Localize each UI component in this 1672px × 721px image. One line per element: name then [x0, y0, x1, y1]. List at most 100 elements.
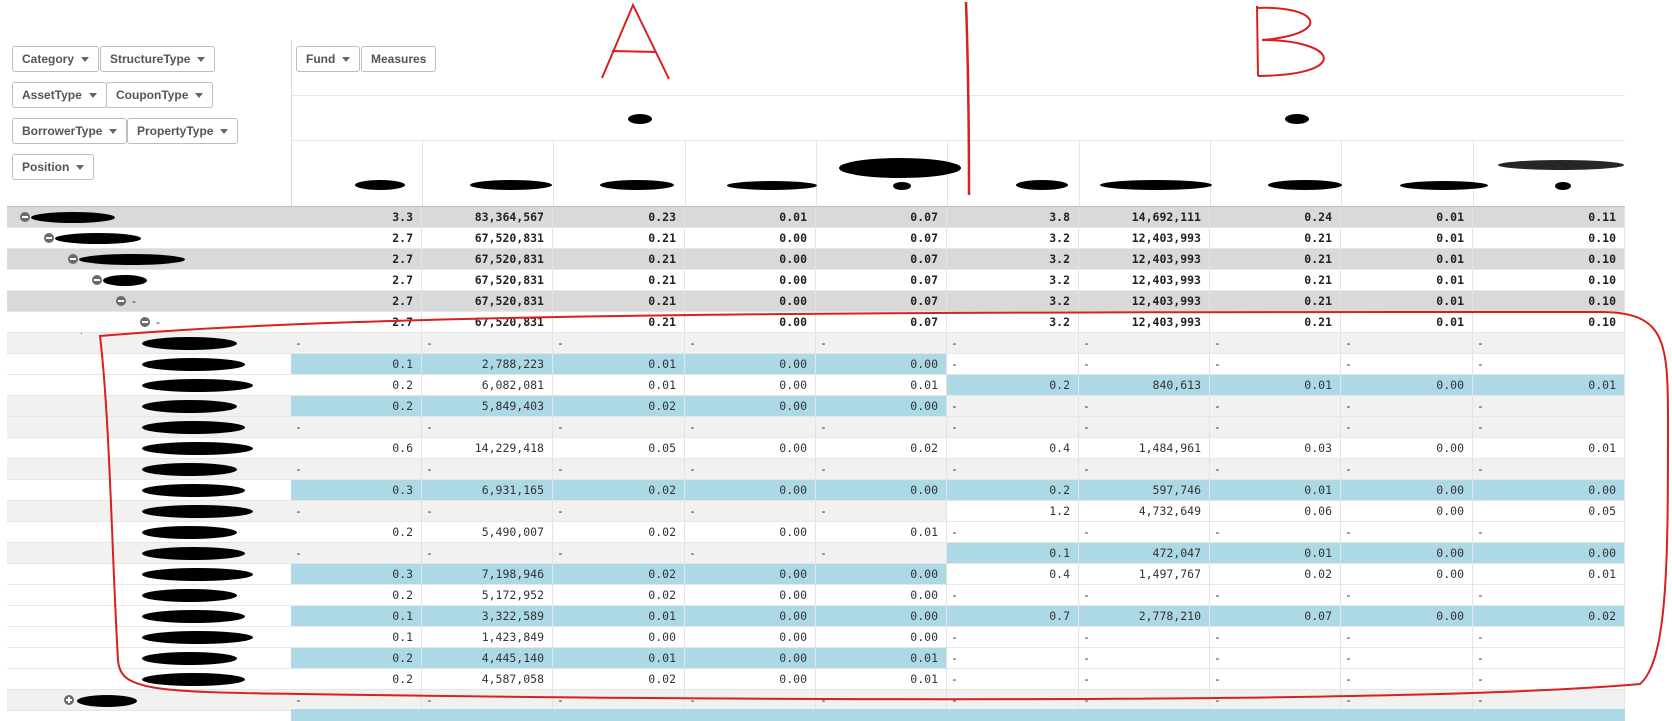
value-cell-fund-b[interactable]: -: [1473, 690, 1625, 710]
value-cell-fund-a[interactable]: 0.01: [816, 669, 947, 689]
value-cell-fund-b[interactable]: -: [1210, 690, 1341, 710]
value-cell-fund-b[interactable]: -: [947, 333, 1079, 353]
value-cell-fund-b[interactable]: 3.2: [947, 270, 1079, 290]
value-cell-fund-a[interactable]: -: [291, 333, 422, 353]
value-cell-fund-b[interactable]: 0.7: [947, 606, 1079, 626]
value-cell-fund-a[interactable]: -: [816, 543, 947, 563]
value-cell-fund-b[interactable]: -: [1210, 333, 1341, 353]
value-cell-fund-a[interactable]: -: [553, 333, 685, 353]
value-cell-fund-a[interactable]: 67,520,831: [422, 291, 553, 311]
value-cell-fund-b[interactable]: -: [1473, 522, 1625, 542]
value-cell-fund-b[interactable]: -: [1210, 354, 1341, 374]
value-cell-fund-b[interactable]: 2,778,210: [1079, 606, 1210, 626]
value-cell-fund-a[interactable]: 0.01: [685, 207, 816, 227]
value-cell-fund-b[interactable]: 472,047: [1079, 543, 1210, 563]
value-cell-fund-a[interactable]: -: [685, 543, 816, 563]
value-cell-fund-b[interactable]: 0.21: [1210, 249, 1341, 269]
table-row[interactable]: 2.7 67,520,831 0.21 0.00 0.07 3.2 12,403,993 0.…: [7, 249, 1625, 270]
value-cell-fund-a[interactable]: 0.01: [816, 522, 947, 542]
minus-circle-icon[interactable]: [20, 212, 30, 222]
value-cell-fund-a[interactable]: 0.02: [553, 480, 685, 500]
value-cell-fund-b[interactable]: -: [947, 417, 1079, 437]
value-cell-fund-a[interactable]: 0.02: [553, 585, 685, 605]
value-cell-fund-a[interactable]: 0.21: [553, 249, 685, 269]
value-cell-fund-b[interactable]: -: [1079, 354, 1210, 374]
value-cell-fund-a[interactable]: 0.2: [291, 375, 422, 395]
minus-circle-icon[interactable]: [68, 254, 78, 264]
value-cell-fund-a[interactable]: -: [816, 333, 947, 353]
value-cell-fund-b[interactable]: -: [1079, 396, 1210, 416]
table-row[interactable]: 3.3 83,364,567 0.23 0.01 0.07 3.8 14,692,111 0.…: [7, 207, 1625, 228]
table-row[interactable]: 0.6 14,229,418 0.05 0.00 0.02 0.4 1,484,961 0.0…: [7, 438, 1625, 459]
value-cell-fund-a[interactable]: -: [553, 459, 685, 479]
value-cell-fund-a[interactable]: 2.7: [291, 312, 422, 332]
value-cell-fund-b[interactable]: 0.21: [1210, 291, 1341, 311]
value-cell-fund-a[interactable]: 0.1: [291, 627, 422, 647]
value-cell-fund-b[interactable]: -: [1341, 354, 1473, 374]
value-cell-fund-a[interactable]: 0.07: [816, 228, 947, 248]
value-cell-fund-b[interactable]: -: [1079, 417, 1210, 437]
value-cell-fund-a[interactable]: -: [553, 543, 685, 563]
value-cell-fund-b[interactable]: 0.00: [1473, 543, 1625, 563]
table-row[interactable]: 0.2 5,172,952 0.02 0.00 0.00- - - - -: [7, 585, 1625, 606]
value-cell-fund-a[interactable]: -: [685, 690, 816, 710]
value-cell-fund-a[interactable]: 0.00: [685, 522, 816, 542]
value-cell-fund-b[interactable]: 0.06: [1210, 501, 1341, 521]
value-cell-fund-b[interactable]: -: [947, 522, 1079, 542]
value-cell-fund-b[interactable]: 0.00: [1341, 375, 1473, 395]
value-cell-fund-a[interactable]: 0.00: [685, 270, 816, 290]
value-cell-fund-a[interactable]: 0.01: [553, 354, 685, 374]
value-cell-fund-a[interactable]: 0.2: [291, 522, 422, 542]
value-cell-fund-b[interactable]: 0.01: [1341, 207, 1473, 227]
value-cell-fund-b[interactable]: -: [1210, 417, 1341, 437]
value-cell-fund-a[interactable]: 5,172,952: [422, 585, 553, 605]
value-cell-fund-b[interactable]: -: [1079, 522, 1210, 542]
value-cell-fund-a[interactable]: 3,322,589: [422, 606, 553, 626]
value-cell-fund-b[interactable]: 0.21: [1210, 312, 1341, 332]
table-row[interactable]: ----------: [7, 690, 1625, 711]
table-row[interactable]: - - - - -0.1 472,047 0.01 0.00 0.00: [7, 543, 1625, 564]
value-cell-fund-b[interactable]: 840,613: [1079, 375, 1210, 395]
value-cell-fund-a[interactable]: 0.00: [816, 606, 947, 626]
table-row[interactable]: 0.3 7,198,946 0.02 0.00 0.00 0.4 1,497,767 0.02…: [7, 564, 1625, 585]
table-row[interactable]: 0.2 5,490,007 0.02 0.00 0.01- - - - -: [7, 522, 1625, 543]
value-cell-fund-a[interactable]: 0.21: [553, 228, 685, 248]
value-cell-fund-b[interactable]: 0.1: [947, 543, 1079, 563]
table-row[interactable]: ----------: [7, 459, 1625, 480]
value-cell-fund-b[interactable]: 0.11: [1473, 207, 1625, 227]
value-cell-fund-b[interactable]: 0.00: [1341, 606, 1473, 626]
value-cell-fund-a[interactable]: -: [816, 459, 947, 479]
value-cell-fund-a[interactable]: -: [422, 501, 553, 521]
value-cell-fund-a[interactable]: 0.00: [685, 375, 816, 395]
value-cell-fund-a[interactable]: 0.1: [291, 606, 422, 626]
table-row[interactable]: 0.1 2,788,223 0.01 0.00 0.00- - - - -: [7, 354, 1625, 375]
value-cell-fund-b[interactable]: 4,732,649: [1079, 501, 1210, 521]
value-cell-fund-a[interactable]: 0.21: [553, 312, 685, 332]
value-cell-fund-b[interactable]: -: [1341, 648, 1473, 668]
value-cell-fund-a[interactable]: 0.00: [685, 606, 816, 626]
value-cell-fund-b[interactable]: -: [1210, 627, 1341, 647]
value-cell-fund-a[interactable]: 0.01: [553, 375, 685, 395]
value-cell-fund-a[interactable]: -: [422, 459, 553, 479]
value-cell-fund-b[interactable]: -: [1210, 648, 1341, 668]
value-cell-fund-a[interactable]: 0.1: [291, 354, 422, 374]
value-cell-fund-b[interactable]: 0.00: [1473, 480, 1625, 500]
value-cell-fund-a[interactable]: 0.01: [553, 648, 685, 668]
value-cell-fund-a[interactable]: 0.02: [553, 522, 685, 542]
value-cell-fund-a[interactable]: 0.00: [553, 627, 685, 647]
value-cell-fund-a[interactable]: 0.00: [685, 669, 816, 689]
value-cell-fund-a[interactable]: 0.00: [685, 564, 816, 584]
value-cell-fund-b[interactable]: 0.01: [1341, 228, 1473, 248]
value-cell-fund-a[interactable]: 0.02: [553, 564, 685, 584]
value-cell-fund-b[interactable]: 0.01: [1210, 543, 1341, 563]
value-cell-fund-a[interactable]: 5,849,403: [422, 396, 553, 416]
value-cell-fund-a[interactable]: 0.00: [685, 627, 816, 647]
value-cell-fund-a[interactable]: -: [553, 690, 685, 710]
value-cell-fund-b[interactable]: -: [1079, 333, 1210, 353]
value-cell-fund-b[interactable]: -: [1079, 459, 1210, 479]
table-row[interactable]: 0.3 6,931,165 0.02 0.00 0.00 0.2 597,746 0.01 0.…: [7, 480, 1625, 501]
value-cell-fund-b[interactable]: -: [1341, 396, 1473, 416]
value-cell-fund-b[interactable]: -: [1341, 522, 1473, 542]
value-cell-fund-b[interactable]: -: [1210, 396, 1341, 416]
value-cell-fund-a[interactable]: 0.01: [816, 648, 947, 668]
